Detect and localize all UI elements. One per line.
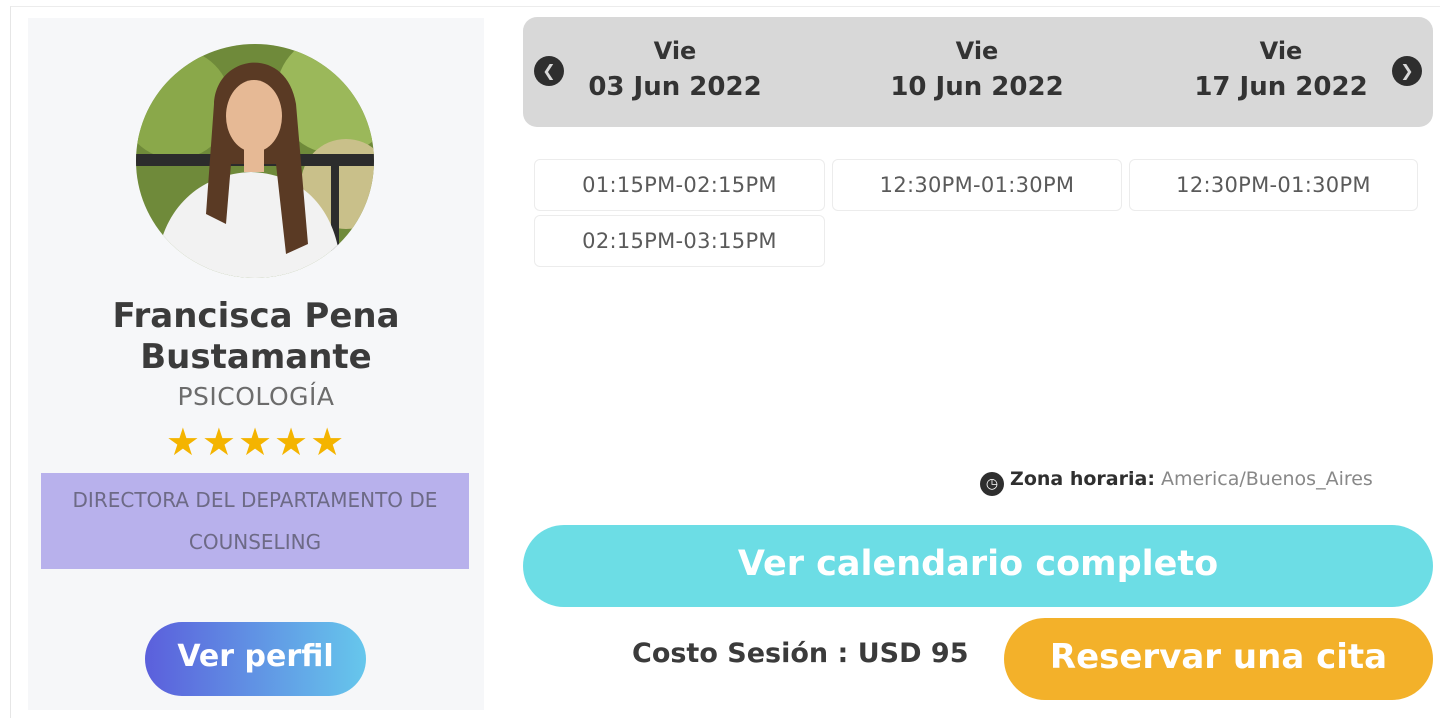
- professional-name: Francisca Pena Bustamante: [0, 296, 512, 378]
- timezone-label: Zona horaria:: [1010, 468, 1155, 490]
- professional-name-line1: Francisca Pena: [112, 296, 400, 336]
- chevron-right-icon[interactable]: ❯: [1392, 56, 1422, 86]
- day-column-header: Vie 03 Jun 2022: [570, 36, 780, 108]
- time-slot[interactable]: 01:15PM-02:15PM: [534, 159, 825, 211]
- time-slot[interactable]: 02:15PM-03:15PM: [534, 215, 825, 267]
- time-slot[interactable]: 12:30PM-01:30PM: [1129, 159, 1418, 211]
- professional-name-line2: Bustamante: [140, 337, 372, 377]
- chevron-left-icon[interactable]: ❮: [534, 56, 564, 86]
- view-profile-button[interactable]: Ver perfil: [145, 622, 366, 696]
- day-of-week: Vie: [653, 37, 697, 65]
- day-column-header: Vie 17 Jun 2022: [1176, 36, 1386, 108]
- day-date: 03 Jun 2022: [588, 72, 762, 102]
- session-cost: Costo Sesión : USD 95: [632, 638, 969, 669]
- clock-icon: ◷: [980, 472, 1004, 496]
- avatar: [136, 44, 374, 278]
- role-line2: COUNSELING: [188, 530, 322, 554]
- day-of-week: Vie: [955, 37, 999, 65]
- book-appointment-button[interactable]: Reservar una cita: [1004, 618, 1433, 700]
- day-column-header: Vie 10 Jun 2022: [872, 36, 1082, 108]
- day-date: 10 Jun 2022: [890, 72, 1064, 102]
- rating-stars: ★★★★★: [165, 420, 347, 464]
- time-slot[interactable]: 12:30PM-01:30PM: [832, 159, 1122, 211]
- timezone-info: ◷ Zona horaria: America/Buenos_Aires: [980, 468, 1430, 496]
- specialty-label: PSICOLOGÍA: [177, 382, 335, 411]
- day-of-week: Vie: [1259, 37, 1303, 65]
- role-badge: DIRECTORA DEL DEPARTAMENTO DE COUNSELING: [41, 473, 469, 569]
- day-date: 17 Jun 2022: [1194, 72, 1368, 102]
- full-calendar-button[interactable]: Ver calendario completo: [523, 525, 1433, 607]
- role-line1: DIRECTORA DEL DEPARTAMENTO DE: [72, 488, 438, 512]
- timezone-value: America/Buenos_Aires: [1160, 468, 1373, 490]
